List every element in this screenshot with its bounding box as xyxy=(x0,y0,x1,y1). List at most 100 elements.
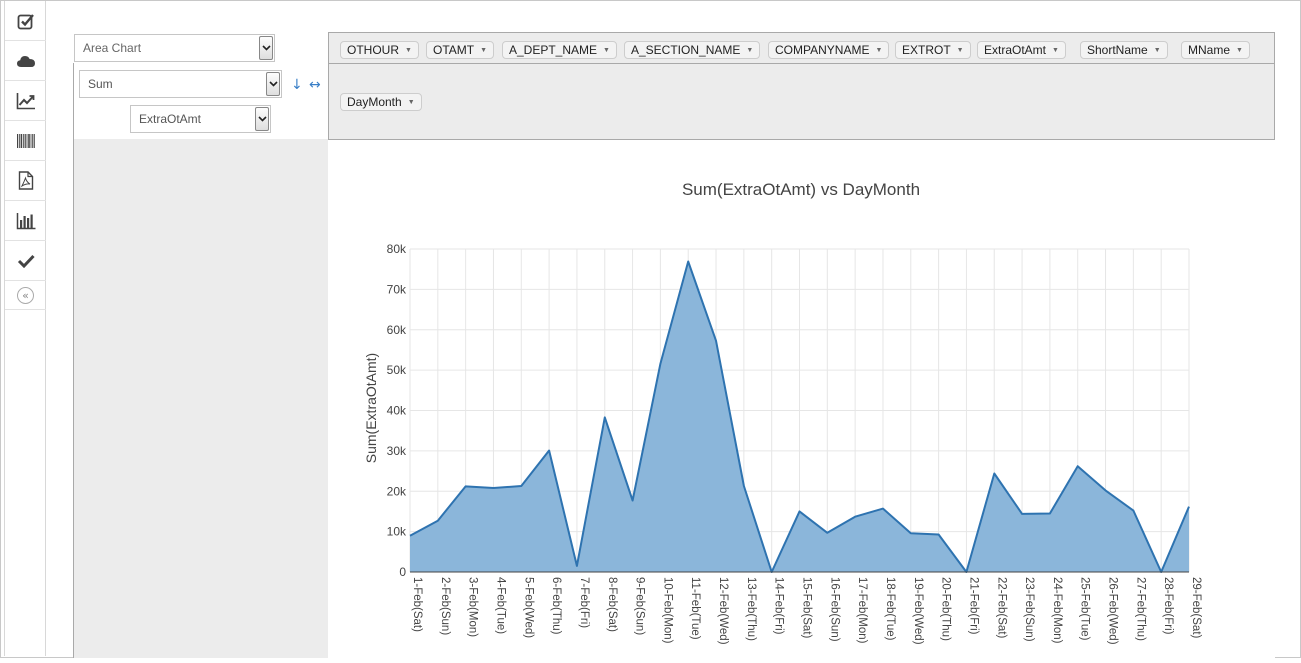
y-tick-label: 70k xyxy=(387,282,407,296)
attribute-pill-label: COMPANYNAME xyxy=(775,43,869,57)
y-tick-label: 0 xyxy=(399,565,406,579)
collapse-icon: « xyxy=(17,287,34,304)
x-tick-label: 29-Feb(Sat) xyxy=(1190,577,1202,639)
x-tick-label: 11-Feb(Tue) xyxy=(689,577,701,640)
chevron-down-icon[interactable]: ▼ xyxy=(957,47,964,54)
x-tick-label: 14-Feb(Fri) xyxy=(773,577,785,635)
chevron-down-icon[interactable] xyxy=(266,72,280,96)
unused-attributes-area[interactable]: OTHOUR ▼ OTAMT ▼ A_DEPT_NAME ▼ A_SECTION_NA… xyxy=(328,32,1275,64)
chevron-down-icon[interactable]: ▼ xyxy=(746,47,753,54)
y-tick-label: 50k xyxy=(387,363,407,377)
barcode-icon xyxy=(16,133,36,149)
aggregator-attribute-select[interactable]: ExtraOtAmt xyxy=(130,105,271,133)
y-axis: 010k20k30k40k50k60k70k80k xyxy=(387,242,407,579)
x-tick-label: 13-Feb(Thu) xyxy=(745,577,757,641)
attribute-pill[interactable]: EXTROT ▼ xyxy=(895,41,971,59)
aggregator-select[interactable]: Sum xyxy=(79,70,282,98)
x-tick-label: 10-Feb(Mon) xyxy=(661,577,673,644)
pdf-icon-button[interactable] xyxy=(5,161,46,201)
chevron-down-icon[interactable]: ▼ xyxy=(1236,47,1243,54)
icon-sidebar: « xyxy=(4,1,46,656)
checkbox-icon xyxy=(17,12,35,30)
chart-panel: Sum(ExtraOtAmt) vs DayMonth Sum(ExtraOtA… xyxy=(328,139,1275,658)
x-tick-label: 18-Feb(Tue) xyxy=(884,577,896,641)
x-tick-label: 9-Feb(Sun) xyxy=(634,577,646,635)
chevron-down-icon[interactable]: ▼ xyxy=(1154,47,1161,54)
barcode-icon-button[interactable] xyxy=(5,121,46,161)
attribute-pill[interactable]: MName ▼ xyxy=(1181,41,1250,59)
x-tick-label: 1-Feb(Sat) xyxy=(411,577,423,632)
x-tick-label: 5-Feb(Wed) xyxy=(522,577,534,638)
chevron-down-icon[interactable]: ▼ xyxy=(603,47,610,54)
x-tick-label: 25-Feb(Tue) xyxy=(1079,577,1091,641)
x-tick-label: 28-Feb(Fri) xyxy=(1162,577,1174,635)
attribute-pill-label: ShortName xyxy=(1087,43,1148,57)
pdf-icon xyxy=(18,171,34,190)
attribute-pill[interactable]: OTHOUR ▼ xyxy=(340,41,419,59)
y-tick-label: 20k xyxy=(387,484,407,498)
attribute-pill-label: ExtraOtAmt xyxy=(984,43,1046,57)
x-axis: 1-Feb(Sat) 2-Feb(Sun) 3-Feb(Mon) 4-Feb(Tue)… xyxy=(411,577,1202,645)
column-pill[interactable]: DayMonth▼ xyxy=(340,93,422,111)
line-chart-icon-button[interactable] xyxy=(5,81,46,121)
x-tick-label: 17-Feb(Mon) xyxy=(856,577,868,644)
chevron-down-icon[interactable]: ▼ xyxy=(408,99,415,106)
renderer-select-value: Area Chart xyxy=(83,41,141,55)
attribute-pill[interactable]: A_SECTION_NAME▼ xyxy=(624,41,760,59)
checkmark-icon xyxy=(17,254,35,268)
x-tick-label: 8-Feb(Sat) xyxy=(606,577,618,632)
bar-chart-icon xyxy=(16,212,36,230)
column-attributes-area[interactable]: DayMonth▼ xyxy=(328,63,1275,140)
checkbox-icon-button[interactable] xyxy=(5,1,46,41)
chart-title: Sum(ExtraOtAmt) vs DayMonth xyxy=(682,180,920,199)
col-order-toggle[interactable]: ↔ xyxy=(309,77,321,93)
row-attributes-area[interactable] xyxy=(73,139,329,658)
chevron-down-icon[interactable]: ▼ xyxy=(875,47,882,54)
x-tick-label: 6-Feb(Thu) xyxy=(550,577,562,635)
x-tick-label: 4-Feb(Tue) xyxy=(494,577,506,634)
checkmark-icon-button[interactable] xyxy=(5,241,46,281)
attribute-pill-label: MName xyxy=(1188,43,1230,57)
attribute-pill[interactable]: ShortName ▼ xyxy=(1080,41,1168,59)
y-tick-label: 30k xyxy=(387,444,407,458)
chevron-down-icon[interactable]: ▼ xyxy=(1052,47,1059,54)
x-tick-label: 15-Feb(Sat) xyxy=(801,577,813,639)
bar-chart-icon-button[interactable] xyxy=(5,201,46,241)
x-tick-label: 19-Feb(Wed) xyxy=(912,577,924,645)
x-tick-label: 21-Feb(Fri) xyxy=(967,577,979,635)
attribute-pill-label: A_DEPT_NAME xyxy=(509,43,597,57)
renderer-select[interactable]: Area Chart xyxy=(74,34,275,62)
x-tick-label: 24-Feb(Mon) xyxy=(1051,577,1063,644)
x-tick-label: 3-Feb(Mon) xyxy=(467,577,479,637)
attribute-pill-label: OTAMT xyxy=(433,43,474,57)
cloud-icon xyxy=(16,53,36,69)
y-tick-label: 40k xyxy=(387,404,407,418)
chevron-down-icon[interactable]: ▼ xyxy=(480,47,487,54)
x-tick-label: 22-Feb(Sat) xyxy=(995,577,1007,639)
x-tick-label: 23-Feb(Sun) xyxy=(1023,577,1035,642)
x-tick-label: 2-Feb(Sun) xyxy=(439,577,451,635)
attribute-pill-label: EXTROT xyxy=(902,43,951,57)
row-order-toggle[interactable]: ↓ xyxy=(291,77,303,93)
chevron-down-icon[interactable] xyxy=(259,36,273,60)
x-tick-label: 27-Feb(Thu) xyxy=(1134,577,1146,641)
area-chart: Sum(ExtraOtAmt) vs DayMonth Sum(ExtraOtA… xyxy=(328,140,1274,658)
x-tick-label: 7-Feb(Fri) xyxy=(578,577,590,628)
line-chart-icon xyxy=(16,92,36,110)
cloud-icon-button[interactable] xyxy=(5,41,46,81)
attribute-pill[interactable]: COMPANYNAME ▼ xyxy=(768,41,889,59)
collapse-sidebar-button[interactable]: « xyxy=(5,282,46,310)
chevron-down-icon[interactable]: ▼ xyxy=(405,47,412,54)
attribute-pill-label: OTHOUR xyxy=(347,43,399,57)
aggregator-attribute-value: ExtraOtAmt xyxy=(139,112,201,126)
y-tick-label: 80k xyxy=(387,242,407,256)
x-tick-label: 16-Feb(Sun) xyxy=(828,577,840,642)
x-tick-label: 20-Feb(Thu) xyxy=(940,577,952,641)
aggregator-select-value: Sum xyxy=(88,77,113,91)
y-axis-label: Sum(ExtraOtAmt) xyxy=(363,353,379,463)
chevron-down-icon[interactable] xyxy=(255,107,269,131)
attribute-pill[interactable]: ExtraOtAmt ▼ xyxy=(977,41,1066,59)
attribute-pill[interactable]: OTAMT ▼ xyxy=(426,41,494,59)
y-tick-label: 10k xyxy=(387,525,407,539)
attribute-pill[interactable]: A_DEPT_NAME ▼ xyxy=(502,41,617,59)
